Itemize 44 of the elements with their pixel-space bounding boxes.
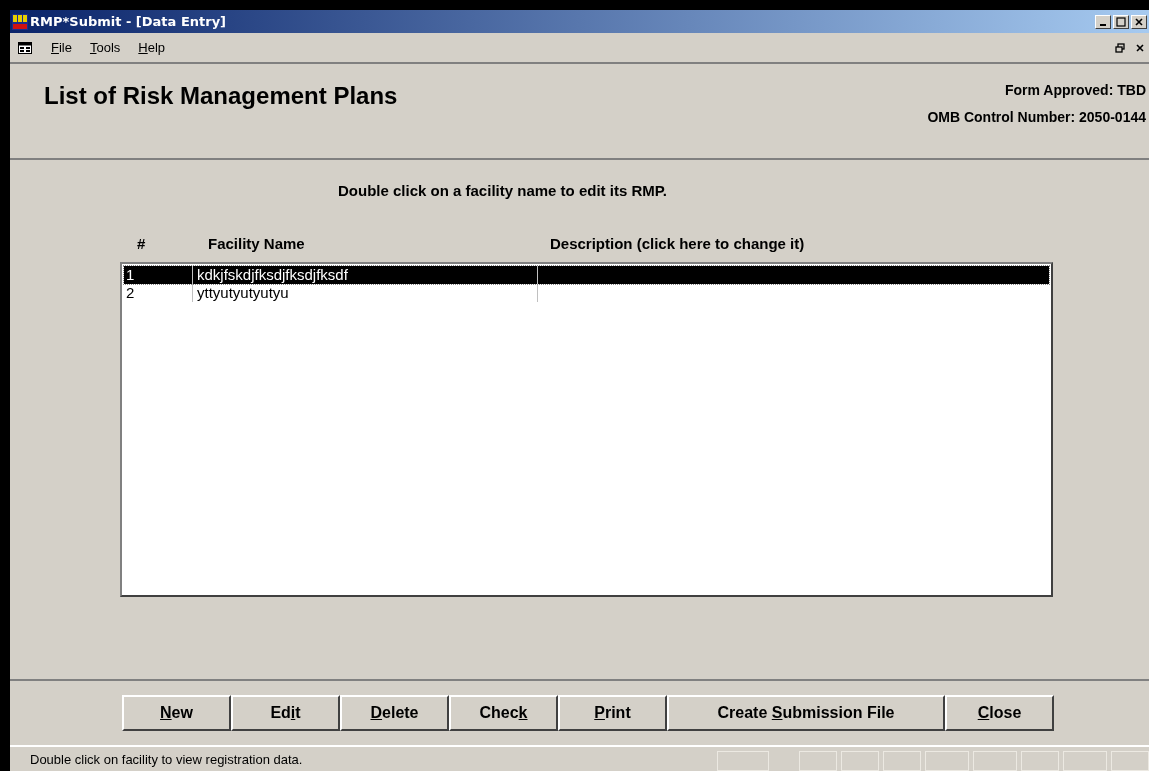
close-icon [1134,16,1144,27]
menu-item[interactable]: Help [129,38,175,57]
action-button[interactable]: Create Submission File [667,695,945,731]
action-button[interactable]: Close [945,695,1054,731]
list-row[interactable]: 1 kdkjfskdjfksdjfksdjfksdf [124,266,1049,284]
window-title: RMP*Submit - [Data Entry] [30,14,227,29]
status-panel [717,751,769,771]
table-cell: kdkjfskdjfksdjfksdjfksdf [193,266,538,284]
status-text: Double click on facility to view registration data. [30,751,303,767]
list-row[interactable]: 2 yttyutyutyutyu [124,284,1049,302]
action-button[interactable]: Edit [231,695,340,731]
status-panel [841,751,879,771]
table-cell: yttyutyutyutyu [193,284,538,302]
action-button[interactable]: New [122,695,231,731]
status-panel [883,751,921,771]
table-cell: 1 [124,266,193,284]
column-header[interactable]: Description (click here to change it) [550,235,805,252]
instruction-text: Double click on a facility name to edit its RMP. [338,182,668,199]
action-button[interactable]: Print [558,695,667,731]
status-panel [1063,751,1107,771]
menu-item[interactable]: Tools [80,38,130,57]
minimize-icon [1100,23,1106,26]
omb-control-number: OMB Control Number: 2050-0144 [927,109,1146,125]
close-button[interactable] [1131,14,1147,29]
status-panel [925,751,969,771]
status-panel [1111,751,1149,771]
minimize-button[interactable] [1095,14,1111,29]
status-panel [1021,751,1059,771]
maximize-button[interactable] [1113,14,1129,29]
column-header: Facility Name [208,235,306,252]
action-button[interactable]: Check [449,695,558,731]
app-icon [12,13,28,30]
close-icon[interactable] [1135,42,1145,53]
form-approved-label: Form Approved: TBD [1003,82,1146,98]
table-cell: 2 [124,284,193,302]
restore-icon[interactable] [1115,42,1125,53]
menu-item[interactable]: File [42,38,81,57]
status-panel [973,751,1017,771]
column-header: # [137,235,147,252]
page-title: List of Risk Management Plans [44,82,398,111]
status-panel [799,751,837,771]
window-menu-icon[interactable] [18,41,32,54]
action-button[interactable]: Delete [340,695,449,731]
maximize-icon [1116,16,1126,27]
